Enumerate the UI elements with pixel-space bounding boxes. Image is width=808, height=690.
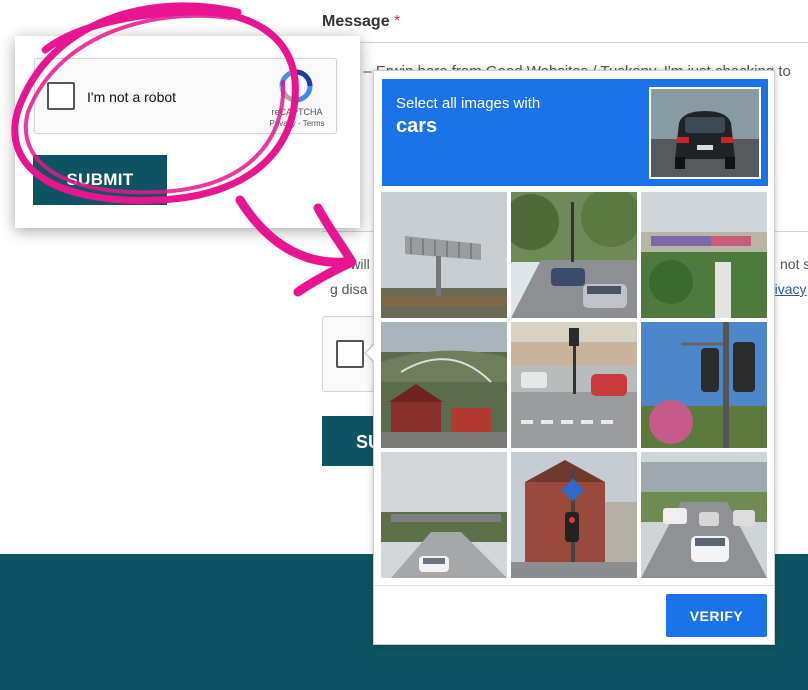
image-tile-street-with-cars[interactable] (511, 192, 637, 318)
recaptcha-logo-icon (279, 69, 313, 103)
highway-tile-icon (641, 452, 767, 578)
image-tile-building-traffic-signal[interactable] (511, 452, 637, 578)
intersection-tile-icon (511, 322, 637, 448)
privacy-notice-text: g disa (330, 281, 368, 297)
image-tile-busy-intersection[interactable] (511, 322, 637, 448)
street-tile-icon (511, 192, 637, 318)
recaptcha-label: I'm not a robot (87, 89, 177, 105)
privacy-notice-line-2: g disa rivacy (330, 281, 807, 297)
billboard-tile-icon (381, 192, 507, 318)
recaptcha-challenge-dialog: Select all images with cars VERIFY (373, 70, 775, 645)
image-tile-hillside-town[interactable] (381, 322, 507, 448)
challenge-image-grid (381, 192, 769, 578)
terms-link[interactable]: Terms (303, 119, 325, 128)
submit-button[interactable]: SUBMIT (33, 155, 167, 205)
traffic-light-tile-icon (641, 322, 767, 448)
message-label: Message * (322, 13, 400, 31)
challenge-header: Select all images with cars (382, 79, 768, 186)
image-tile-overpass-road[interactable] (381, 452, 507, 578)
image-tile-traffic-lights[interactable] (641, 322, 767, 448)
image-tile-billboard-structure[interactable] (381, 192, 507, 318)
message-label-text: Message (322, 13, 390, 30)
privacy-link[interactable]: Privacy (270, 119, 296, 128)
building-tile-icon (511, 452, 637, 578)
terms-separator: - (295, 119, 303, 128)
zoomed-inset: I'm not a robot reCAPTCHA Privacy - Term… (15, 36, 360, 228)
recaptcha-widget: I'm not a robot reCAPTCHA Privacy - Term… (34, 58, 337, 134)
recaptcha-checkbox[interactable] (47, 82, 75, 110)
recaptcha-checkbox-background[interactable] (336, 340, 364, 368)
sample-car-image (649, 87, 761, 179)
image-tile-graffiti-bridge[interactable] (641, 192, 767, 318)
verify-button[interactable]: VERIFY (666, 594, 767, 637)
bridge-tile-icon (641, 192, 767, 318)
challenge-pointer-inner (366, 344, 375, 362)
image-tile-highway-cars[interactable] (641, 452, 767, 578)
sample-car-icon (651, 89, 759, 177)
required-mark: * (394, 13, 401, 30)
recaptcha-brand: reCAPTCHA (271, 107, 323, 117)
challenge-target: cars (396, 115, 438, 137)
recaptcha-terms: Privacy - Terms (263, 119, 331, 128)
privacy-link[interactable]: rivacy (770, 281, 807, 297)
challenge-instruction: Select all images with (396, 95, 541, 112)
town-tile-icon (381, 322, 507, 448)
overpass-tile-icon (381, 452, 507, 578)
privacy-notice-end: not s (780, 256, 808, 272)
challenge-divider (374, 585, 774, 586)
